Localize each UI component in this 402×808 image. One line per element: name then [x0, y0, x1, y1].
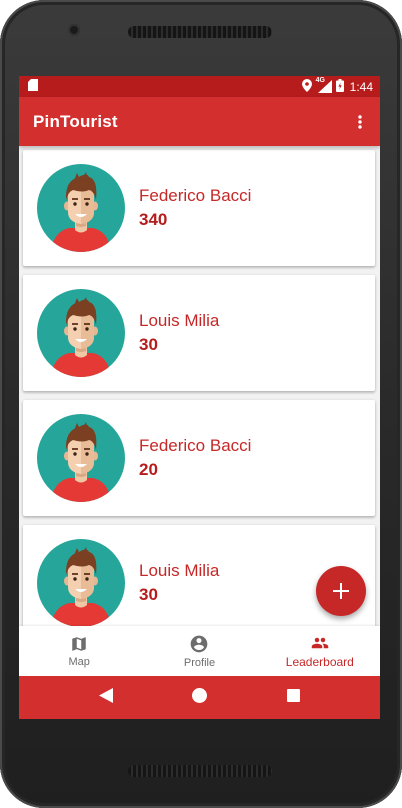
nav-label-leaderboard: Leaderboard	[285, 654, 354, 669]
player-info: Federico Bacci 340	[139, 186, 251, 231]
player-name: Federico Bacci	[139, 185, 252, 205]
nav-label-map: Map	[68, 655, 90, 668]
leaderboard-card[interactable]: Louis Milia 30	[23, 275, 375, 391]
player-score: 30	[139, 334, 158, 354]
player-info: Louis Milia 30	[139, 311, 219, 356]
nav-item-map[interactable]: Map	[19, 626, 139, 676]
screen: 4G 1:44 PinTourist Federico Bacci 340 Lo…	[19, 76, 380, 719]
bottom-speaker	[128, 765, 272, 777]
battery-icon	[335, 78, 344, 95]
people-icon	[311, 637, 329, 648]
leaderboard-card[interactable]: Federico Bacci 340	[23, 150, 375, 266]
player-score: 20	[139, 459, 158, 479]
home-icon[interactable]	[192, 687, 208, 708]
avatar	[37, 539, 125, 626]
player-info: Federico Bacci 20	[139, 436, 251, 481]
avatar	[37, 414, 125, 502]
more-options-icon[interactable]	[352, 112, 368, 132]
system-navigation-bar	[19, 676, 380, 719]
clock: 1:44	[349, 79, 373, 94]
player-info: Louis Milia 30	[139, 561, 219, 606]
location-icon	[301, 78, 312, 95]
map-icon	[72, 636, 86, 651]
leaderboard-card[interactable]: Federico Bacci 20	[23, 400, 375, 516]
sd-card-icon	[28, 79, 38, 94]
front-camera	[68, 24, 80, 36]
network-type: 4G	[315, 77, 325, 84]
recents-icon[interactable]	[287, 688, 301, 707]
avatar	[37, 289, 125, 377]
nav-label-profile: Profile	[183, 656, 216, 669]
player-score: 340	[139, 209, 168, 229]
leaderboard-list[interactable]: Federico Bacci 340 Louis Milia 30 Federi…	[19, 146, 380, 626]
back-icon[interactable]	[98, 687, 113, 708]
app-bar: PinTourist	[19, 97, 380, 146]
device-frame: 4G 1:44 PinTourist Federico Bacci 340 Lo…	[0, 0, 402, 808]
signal-icon: 4G	[315, 77, 332, 93]
player-name: Louis Milia	[139, 310, 220, 330]
top-speaker	[128, 26, 272, 38]
player-name: Federico Bacci	[139, 435, 252, 455]
account-circle-icon	[191, 635, 208, 652]
player-name: Louis Milia	[139, 560, 220, 580]
add-button[interactable]	[316, 566, 366, 616]
bottom-navigation: Map Profile Leaderboard	[19, 626, 380, 676]
nav-item-profile[interactable]: Profile	[139, 626, 259, 676]
avatar	[37, 164, 125, 252]
nav-item-leaderboard[interactable]: Leaderboard	[260, 626, 380, 676]
status-bar: 4G 1:44	[19, 76, 380, 97]
plus-icon	[333, 583, 349, 599]
app-title: PinTourist	[33, 111, 118, 131]
player-score: 30	[139, 584, 158, 604]
